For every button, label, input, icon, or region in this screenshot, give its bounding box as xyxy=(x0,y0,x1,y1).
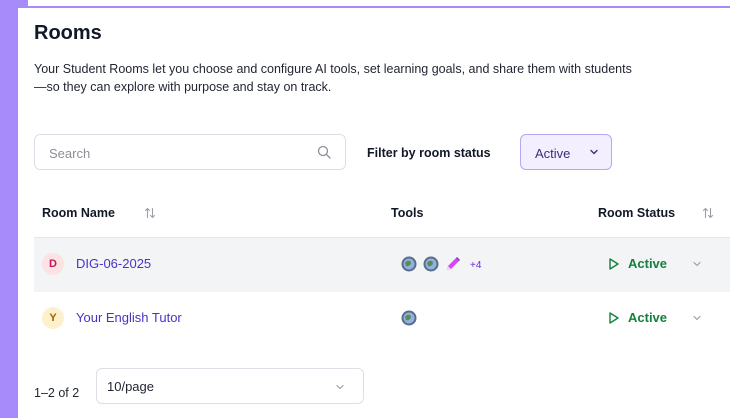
room-avatar: D xyxy=(42,253,64,275)
table-row[interactable]: Y Your English Tutor Active xyxy=(34,292,730,346)
room-status-label: Active xyxy=(628,256,668,271)
globe-tool-icon xyxy=(401,256,417,272)
page-title: Rooms xyxy=(34,22,102,44)
page-size-select[interactable]: 10/page xyxy=(96,368,364,404)
window-frame-corner xyxy=(18,0,28,8)
search-icon[interactable] xyxy=(317,145,331,159)
table-header: Room Name Tools Room Status xyxy=(34,196,730,232)
chevron-down-icon xyxy=(590,149,598,155)
filter-selected-value: Active xyxy=(535,146,571,161)
page-size-value: 10/page xyxy=(107,379,154,394)
filter-label: Filter by room status xyxy=(367,146,491,160)
search-input[interactable] xyxy=(47,143,301,163)
window-frame-left xyxy=(0,0,18,418)
room-name-link[interactable]: DIG-06-2025 xyxy=(76,256,151,271)
room-name-link[interactable]: Your English Tutor xyxy=(76,310,182,325)
pen-tool-icon xyxy=(447,257,460,270)
column-header-tools: Tools xyxy=(391,206,424,220)
play-icon xyxy=(609,312,619,324)
globe-tool-icon xyxy=(423,256,439,272)
play-icon xyxy=(609,258,619,270)
room-status-filter-select[interactable]: Active xyxy=(520,134,612,170)
chevron-down-icon xyxy=(693,261,701,267)
page-description: Your Student Rooms let you choose and co… xyxy=(34,62,632,94)
rooms-panel: Rooms Your Student Rooms let you choose … xyxy=(18,8,730,418)
column-header-room-status[interactable]: Room Status xyxy=(598,206,675,220)
column-header-room-name[interactable]: Room Name xyxy=(42,206,115,220)
table-row[interactable]: D DIG-06-2025 +4 Active xyxy=(34,238,730,292)
chevron-down-icon xyxy=(336,384,344,390)
room-avatar: Y xyxy=(42,307,64,329)
globe-tool-icon xyxy=(401,310,417,326)
pagination-range: 1–2 of 2 xyxy=(34,386,80,400)
window-frame-top xyxy=(18,0,730,8)
search-field[interactable] xyxy=(34,134,346,170)
chevron-down-icon xyxy=(693,315,701,321)
more-tools-count[interactable]: +4 xyxy=(470,260,481,271)
room-status-label: Active xyxy=(628,310,668,325)
sort-icon[interactable] xyxy=(144,207,156,219)
sort-icon[interactable] xyxy=(702,207,714,219)
